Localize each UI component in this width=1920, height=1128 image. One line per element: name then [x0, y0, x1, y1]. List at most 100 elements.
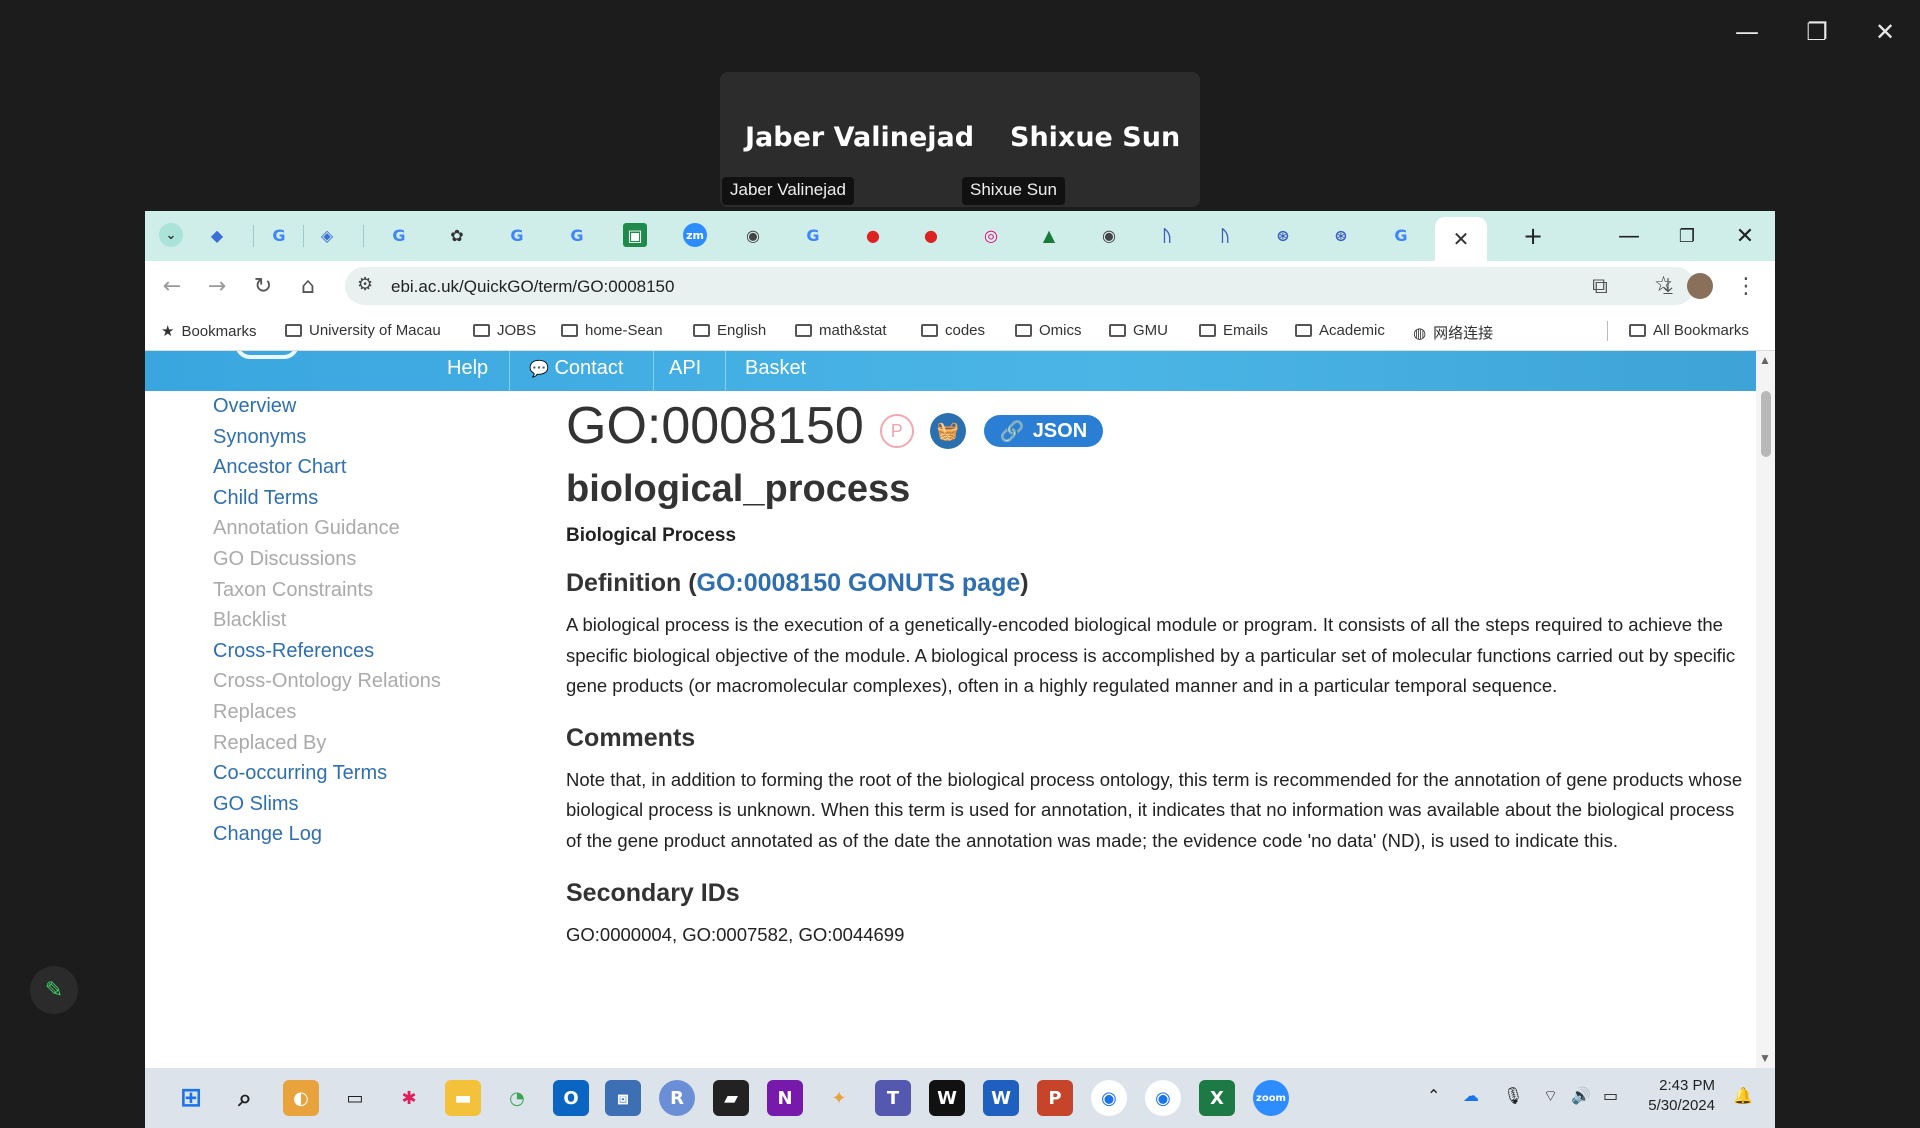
- add-to-basket-button[interactable]: 🧺: [929, 413, 966, 449]
- tab-app-icon[interactable]: ◎: [979, 223, 1003, 247]
- tab-favicon-icon[interactable]: ◆: [205, 223, 229, 247]
- outer-close-button[interactable]: ✕: [1860, 14, 1910, 50]
- onenote-icon[interactable]: N: [767, 1080, 803, 1116]
- sidebar-item-go-slims[interactable]: GO Slims: [213, 789, 441, 820]
- search-icon[interactable]: ⌕: [227, 1080, 263, 1116]
- address-bar[interactable]: ⚙ ebi.ac.uk/QuickGO/term/GO:0008150 ☆: [345, 267, 1695, 305]
- annotate-pen-button[interactable]: ✎: [30, 966, 78, 1014]
- teams-icon[interactable]: T: [875, 1080, 911, 1116]
- tab-drive-icon[interactable]: ▲: [1037, 223, 1061, 247]
- go-logo[interactable]: [235, 351, 299, 359]
- chrome-profile-icon[interactable]: ◉: [1145, 1080, 1181, 1116]
- bookmark-folder[interactable]: JOBS: [473, 322, 536, 339]
- sidebar-item-co-occurring-terms[interactable]: Co-occurring Terms: [213, 758, 441, 789]
- bookmark-folder[interactable]: Academic: [1295, 322, 1385, 339]
- nav-basket[interactable]: Basket: [745, 357, 806, 380]
- json-button[interactable]: 🔗 JSON: [983, 415, 1104, 447]
- bookmark-folder[interactable]: GMU: [1109, 322, 1168, 339]
- outlook-icon[interactable]: O: [553, 1080, 589, 1116]
- start-icon[interactable]: ⊞: [173, 1080, 209, 1116]
- sticky-notes-icon[interactable]: ▰: [713, 1080, 749, 1116]
- tab-zoom-icon[interactable]: zm: [683, 223, 707, 247]
- tab-app-icon[interactable]: ●: [861, 223, 885, 247]
- all-bookmarks[interactable]: All Bookmarks: [1629, 322, 1749, 339]
- download-icon[interactable]: ⤓: [1653, 271, 1683, 301]
- powerpoint-icon[interactable]: P: [1037, 1080, 1073, 1116]
- forward-button[interactable]: →: [202, 271, 232, 301]
- nav-contact[interactable]: 💬 Contact: [529, 357, 623, 380]
- task-view-icon[interactable]: ▭: [337, 1080, 373, 1116]
- outer-restore-button[interactable]: ❐: [1792, 14, 1842, 50]
- profile-avatar[interactable]: [1687, 273, 1713, 299]
- scroll-up-icon[interactable]: ▲: [1759, 353, 1771, 367]
- tab-app-icon[interactable]: ▣: [623, 223, 647, 247]
- app-icon[interactable]: ✦: [821, 1080, 857, 1116]
- tab-google-icon[interactable]: G: [1389, 223, 1413, 247]
- browser-edge-icon[interactable]: ◔: [499, 1080, 535, 1116]
- menu-icon[interactable]: ⋮: [1731, 271, 1761, 301]
- tab-google-icon[interactable]: G: [505, 223, 529, 247]
- tab-app-icon[interactable]: ⊛: [1271, 223, 1295, 247]
- tab-google-icon[interactable]: G: [565, 223, 589, 247]
- r-icon[interactable]: R: [659, 1080, 695, 1116]
- wifi-icon[interactable]: ⌔: [1543, 1086, 1558, 1106]
- notification-bell-icon[interactable]: 🔔: [1733, 1086, 1753, 1105]
- scroll-down-icon[interactable]: ▼: [1759, 1051, 1771, 1065]
- volume-icon[interactable]: 🔊: [1571, 1086, 1591, 1105]
- back-button[interactable]: ←: [157, 271, 187, 301]
- tab-chrome-icon[interactable]: ◉: [1097, 223, 1121, 247]
- bookmark-folder[interactable]: University of Macau: [285, 322, 441, 339]
- app-icon[interactable]: W: [929, 1080, 965, 1116]
- tab-app-icon[interactable]: ᚢ: [1155, 223, 1179, 247]
- sidebar-item-ancestor-chart[interactable]: Ancestor Chart: [213, 452, 441, 483]
- gonuts-link[interactable]: GO:0008150 GONUTS page: [697, 569, 1021, 597]
- nav-help[interactable]: Help: [447, 357, 488, 380]
- tab-search-icon[interactable]: ⌄: [159, 223, 183, 247]
- sidebar-item-child-terms[interactable]: Child Terms: [213, 483, 441, 514]
- outer-minimize-button[interactable]: —: [1722, 14, 1772, 50]
- tab-google-icon[interactable]: G: [387, 223, 411, 247]
- battery-icon[interactable]: ▭: [1603, 1086, 1618, 1105]
- bookmark-folder[interactable]: Omics: [1015, 322, 1082, 339]
- word-icon[interactable]: W: [983, 1080, 1019, 1116]
- onedrive-icon[interactable]: ☁: [1463, 1086, 1479, 1105]
- clock[interactable]: 2:43 PM 5/30/2024: [1645, 1076, 1715, 1116]
- scroll-thumb[interactable]: [1761, 391, 1771, 457]
- home-button[interactable]: ⌂: [293, 271, 323, 301]
- bookmark-folder[interactable]: home-Sean: [561, 322, 663, 339]
- copilot-icon[interactable]: ◐: [283, 1080, 319, 1116]
- microphone-icon[interactable]: 🎙: [1503, 1086, 1523, 1105]
- new-tab-button[interactable]: +: [1513, 221, 1553, 251]
- tab-chrome-icon[interactable]: ◉: [741, 223, 765, 247]
- tab-close-icon[interactable]: ✕: [1453, 227, 1470, 251]
- excel-icon[interactable]: X: [1199, 1080, 1235, 1116]
- active-tab[interactable]: ✕: [1435, 217, 1487, 261]
- page-scrollbar[interactable]: ▲ ▼: [1756, 351, 1775, 1068]
- sidebar-item-change-log[interactable]: Change Log: [213, 819, 441, 850]
- chrome-icon[interactable]: ◉: [1091, 1080, 1127, 1116]
- bookmark-folder[interactable]: codes: [921, 322, 985, 339]
- extensions-icon[interactable]: ⧉: [1585, 271, 1615, 301]
- tray-overflow-icon[interactable]: ⌃: [1427, 1086, 1440, 1105]
- tab-app-icon[interactable]: ⊛: [1329, 223, 1353, 247]
- zoom-app-icon[interactable]: zoom: [1253, 1080, 1289, 1116]
- minimize-button[interactable]: —: [1609, 221, 1649, 251]
- restore-button[interactable]: ❐: [1667, 221, 1707, 251]
- address-url[interactable]: ebi.ac.uk/QuickGO/term/GO:0008150: [391, 277, 674, 297]
- tab-openai-icon[interactable]: ✿: [445, 223, 469, 247]
- nav-api[interactable]: API: [669, 357, 701, 380]
- sidebar-item-cross-references[interactable]: Cross-References: [213, 636, 441, 667]
- bookmark-item[interactable]: ◍ 网络连接: [1413, 322, 1493, 343]
- site-info-icon[interactable]: ⚙: [357, 274, 373, 295]
- tab-google-icon[interactable]: G: [267, 223, 291, 247]
- bookmark-folder[interactable]: math&stat: [795, 322, 887, 339]
- remote-desktop-icon[interactable]: ⧈: [605, 1080, 641, 1116]
- tab-google-icon[interactable]: G: [801, 223, 825, 247]
- file-explorer-icon[interactable]: ▬: [445, 1080, 481, 1116]
- bookmark-item[interactable]: ★ Bookmarks: [161, 322, 256, 340]
- tab-app-icon[interactable]: ᚢ: [1213, 223, 1237, 247]
- sidebar-item-synonyms[interactable]: Synonyms: [213, 422, 441, 453]
- bookmark-folder[interactable]: English: [693, 322, 766, 339]
- slack-icon[interactable]: ✱: [391, 1080, 427, 1116]
- bookmark-folder[interactable]: Emails: [1199, 322, 1268, 339]
